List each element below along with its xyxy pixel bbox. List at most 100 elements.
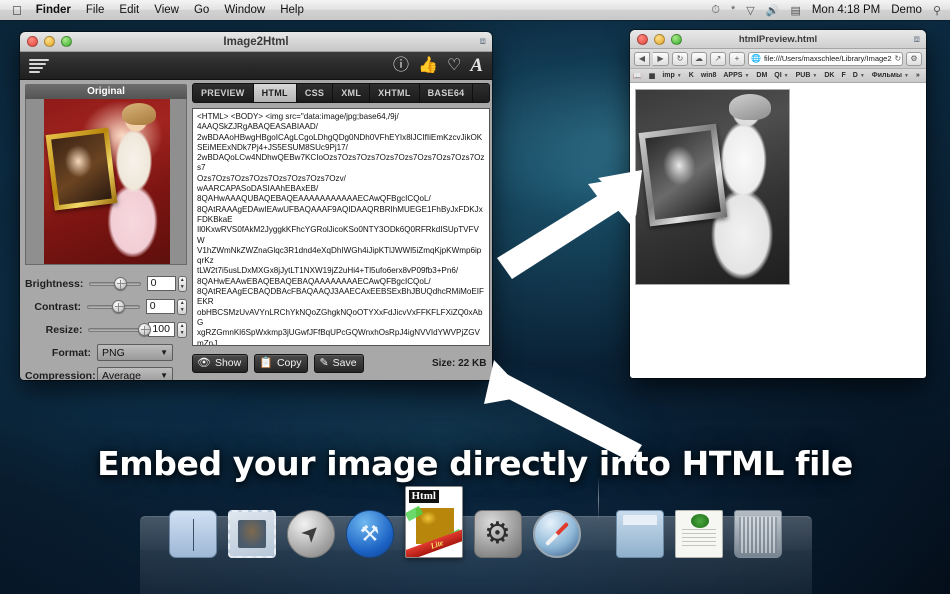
app-body: Original Brightness: 0 ▲ ▼ Contrast: 0 ▲… — [20, 80, 492, 380]
list-menu-icon[interactable] — [29, 58, 49, 73]
contrast-slider[interactable] — [87, 300, 140, 314]
contrast-label: Contrast: — [34, 300, 82, 313]
bookmark-pub[interactable]: PUB ▼ — [796, 72, 818, 79]
bookmark-d[interactable]: D ▼ — [853, 72, 865, 79]
original-preview-header: Original — [25, 84, 187, 99]
timemachine-icon[interactable]: ⏱ — [711, 4, 720, 17]
format-label: Format: — [51, 346, 91, 359]
adjustment-controls: Brightness: 0 ▲ ▼ Contrast: 0 ▲ ▼ Resize… — [25, 273, 187, 380]
tab-html[interactable]: HTML — [253, 84, 297, 102]
menu-item-help[interactable]: Help — [280, 4, 304, 16]
book-icon[interactable]: 📖 — [633, 72, 642, 80]
save-button[interactable]: ✎ Save — [314, 353, 364, 373]
resize-control-row: Resize: 100 ▲ ▼ — [25, 319, 187, 340]
tab-base64[interactable]: BASE64 — [420, 84, 474, 102]
original-image-preview[interactable] — [25, 99, 187, 265]
dock-item-app-store[interactable]: ⚒ — [345, 510, 394, 558]
dock-item-mail[interactable] — [227, 510, 276, 558]
contrast-value-field[interactable]: 0 — [145, 299, 176, 314]
menu-item-file[interactable]: File — [86, 4, 105, 16]
battery-icon[interactable]: ▤ — [790, 4, 800, 17]
menu-item-view[interactable]: View — [154, 4, 179, 16]
dock-item-trash[interactable] — [733, 510, 782, 558]
menu-item-edit[interactable]: Edit — [119, 4, 139, 16]
share-icon[interactable]: ↻ — [672, 51, 688, 66]
brightness-value-field[interactable]: 0 — [146, 276, 176, 291]
menu-item-go[interactable]: Go — [194, 4, 209, 16]
info-icon[interactable]: ⓘ — [393, 57, 409, 74]
dock-item-system-preferences[interactable]: ⚙ — [473, 510, 522, 558]
compression-select[interactable]: Average ▼ — [97, 367, 173, 380]
wifi-icon[interactable]: ▽ — [746, 4, 754, 17]
bookmarks-overflow[interactable]: » — [916, 72, 920, 79]
contrast-stepper[interactable]: ▲ ▼ — [177, 298, 187, 315]
resize-stepper[interactable]: ▲ ▼ — [177, 321, 187, 338]
dock-item-downloads[interactable] — [615, 510, 664, 558]
compression-control-row: Compression: Average ▼ — [25, 365, 187, 380]
thumbs-up-icon[interactable]: 👍 — [418, 57, 438, 74]
grid-icon[interactable]: ▦ — [649, 72, 656, 80]
bookmark-apps[interactable]: APPS ▼ — [723, 72, 749, 79]
safari-url-bar[interactable]: 🌐 file:///Users/maxschlee/Library/Image2… — [748, 51, 903, 66]
bookmark-filmy[interactable]: Фильмы ▼ — [872, 72, 909, 79]
heart-icon[interactable]: ♡ — [447, 57, 461, 74]
apple-logo-icon[interactable]:  — [12, 4, 22, 17]
dock-item-finder[interactable] — [168, 510, 217, 558]
bookmark-k[interactable]: K — [689, 72, 694, 79]
bookmark-dm[interactable]: DM — [756, 72, 767, 79]
reload-icon[interactable]: ↻ — [895, 54, 902, 63]
bookmark-dk[interactable]: DK — [824, 72, 834, 79]
slider-knob[interactable] — [114, 277, 128, 290]
chevron-down-icon: ▼ — [744, 72, 750, 79]
save-button-label: Save — [332, 357, 357, 369]
format-control-row: Format: PNG ▼ — [25, 342, 187, 363]
resize-slider[interactable] — [88, 323, 152, 337]
brightness-slider[interactable] — [89, 277, 141, 291]
menu-item-finder[interactable]: Finder — [36, 4, 71, 16]
spotlight-search-icon[interactable]: ⚲ — [933, 4, 941, 17]
original-photo — [44, 99, 170, 264]
export-icon[interactable]: ↗ — [710, 51, 726, 66]
slider-knob[interactable] — [112, 300, 126, 313]
app-title-bar[interactable]: Image2Html ⧈ — [20, 32, 492, 52]
bookmark-imp[interactable]: imp ▼ — [662, 72, 681, 79]
font-icon[interactable]: A — [470, 56, 483, 75]
volume-icon[interactable]: 🔊 — [766, 4, 780, 17]
bluetooth-icon[interactable]: * — [731, 4, 735, 16]
dock-item-documents[interactable] — [674, 510, 723, 558]
back-arrow-icon[interactable]: ◀ — [634, 51, 650, 66]
forward-arrow-icon[interactable]: ▶ — [653, 51, 669, 66]
tab-xhtml[interactable]: XHTML — [370, 84, 420, 102]
resize-value-field[interactable]: 100 — [148, 322, 176, 337]
pencil-icon: ✎ — [319, 356, 329, 369]
bookmark-qi[interactable]: QI ▼ — [774, 72, 788, 79]
menubar-clock[interactable]: Mon 4:18 PM — [812, 4, 880, 16]
dock-item-safari[interactable] — [532, 510, 581, 558]
chevron-down-icon: ▼ — [783, 72, 789, 79]
menu-item-window[interactable]: Window — [224, 4, 265, 16]
new-tab-button[interactable]: + — [729, 51, 745, 66]
brightness-stepper[interactable]: ▲ ▼ — [177, 275, 187, 292]
action-bar: 👁 Show 📋 Copy ✎ Save Size: 22 KB — [192, 350, 490, 376]
bookmark-f[interactable]: F — [841, 72, 845, 79]
code-output-area[interactable]: <HTML> <BODY> <img src="data:image/jpg;b… — [192, 108, 491, 346]
format-select[interactable]: PNG ▼ — [97, 344, 173, 361]
slider-track — [88, 327, 143, 332]
tab-preview[interactable]: PREVIEW — [193, 84, 254, 102]
copy-button[interactable]: 📋 Copy — [254, 353, 309, 373]
icloud-icon[interactable]: ☁ — [691, 51, 707, 66]
tab-xml[interactable]: XML — [333, 84, 371, 102]
gear-icon[interactable]: ⚙ — [906, 51, 922, 66]
globe-icon: 🌐 — [751, 54, 761, 63]
tab-css[interactable]: CSS — [297, 84, 334, 102]
compression-value: Average — [102, 369, 141, 381]
format-value: PNG — [102, 346, 125, 359]
arrow-to-browser — [500, 176, 636, 276]
bookmark-win8[interactable]: win8 — [701, 72, 717, 79]
show-button[interactable]: 👁 Show — [192, 353, 249, 373]
dock-item-image2html[interactable]: Html Lite — [404, 486, 463, 558]
safari-title-bar[interactable]: htmlPreview.html ⧈ — [630, 30, 926, 49]
dock-item-launchpad[interactable] — [286, 510, 335, 558]
safari-window: htmlPreview.html ⧈ ◀ ▶ ↻ ☁ ↗ + 🌐 file://… — [630, 30, 926, 378]
menubar-user[interactable]: Demo — [891, 4, 922, 16]
